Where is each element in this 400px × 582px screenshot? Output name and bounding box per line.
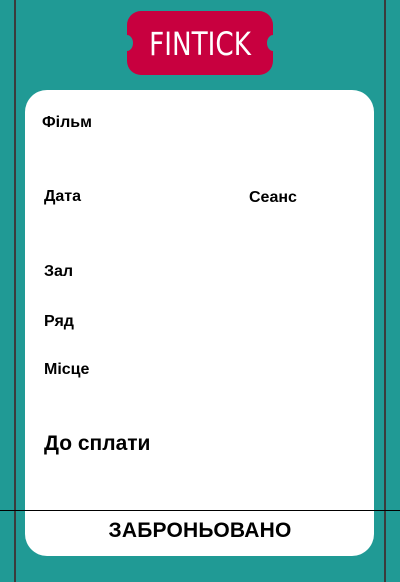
date-label: Дата xyxy=(44,188,82,205)
ticket-divider xyxy=(0,510,400,511)
seat-label: Місце xyxy=(44,361,90,378)
hall-label: Зал xyxy=(44,263,74,280)
amount-due-label: До сплати xyxy=(44,432,151,455)
session-label: Сеанс xyxy=(249,189,297,206)
fintick-logo: FINTICK xyxy=(121,11,279,75)
ticket-card: Фільм Дата Сеанс Зал Ряд Місце До сплати xyxy=(25,90,374,556)
right-edge-line xyxy=(384,0,386,582)
left-edge-line xyxy=(14,0,16,582)
logo-text: FINTICK xyxy=(149,25,251,63)
booking-status: ЗАБРОНЬОВАНО xyxy=(108,519,292,542)
film-label: Фільм xyxy=(42,114,92,131)
row-label: Ряд xyxy=(44,313,74,330)
